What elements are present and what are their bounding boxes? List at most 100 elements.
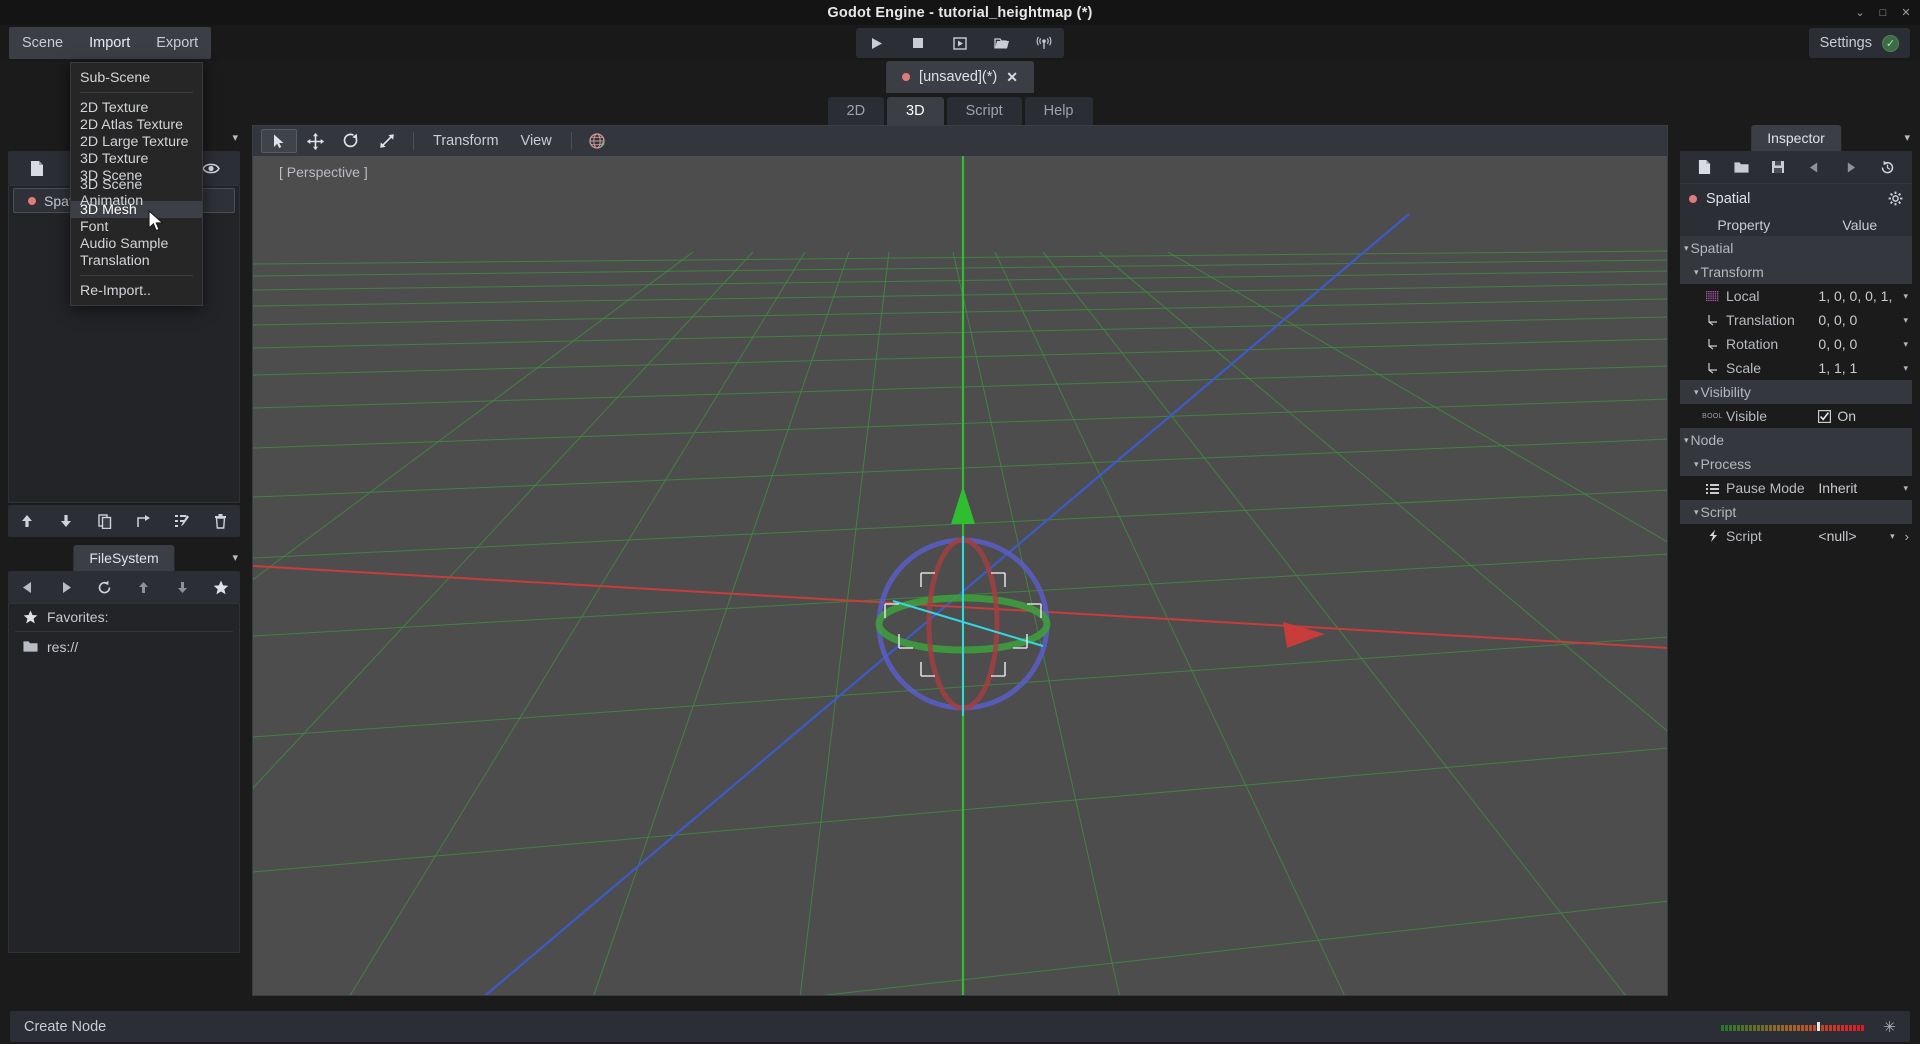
chevron-down-icon-inspector[interactable]: ▾ xyxy=(1904,131,1910,144)
menu-item-2d-atlas-texture[interactable]: 2D Atlas Texture xyxy=(71,116,202,133)
select-tool[interactable] xyxy=(261,129,297,153)
value-dropdown-icon[interactable]: ▾ xyxy=(1890,531,1899,542)
viewport-menu-view[interactable]: View xyxy=(510,133,563,149)
menu-item-3d-texture[interactable]: 3D Texture xyxy=(71,150,202,167)
inspector-category-node[interactable]: ▾ Node xyxy=(1680,428,1912,452)
expand-arrow-icon[interactable]: ▾ xyxy=(1684,435,1689,446)
edit-script-icon[interactable] xyxy=(163,505,202,537)
back-icon[interactable] xyxy=(8,571,47,603)
menu-item-sub-scene[interactable]: Sub-Scene xyxy=(71,69,202,86)
save-resource-icon[interactable] xyxy=(1759,160,1796,174)
inspector-category-script[interactable]: ▾ Script xyxy=(1680,500,1912,524)
inspector-property-translation[interactable]: Translation 0, 0, 0 ▾ xyxy=(1680,308,1912,332)
move-tool[interactable] xyxy=(297,129,333,153)
filesystem-favorites-row[interactable]: Favorites: xyxy=(9,604,239,629)
expand-arrow-icon[interactable]: ▾ xyxy=(1694,387,1699,398)
inspector-property-rotation[interactable]: Rotation 0, 0, 0 ▾ xyxy=(1680,332,1912,356)
expand-arrow-icon[interactable]: ▾ xyxy=(1694,267,1699,278)
tab-script[interactable]: Script xyxy=(946,97,1022,125)
scene-tab[interactable]: [unsaved](*) ✕ xyxy=(886,61,1034,93)
duplicate-icon[interactable] xyxy=(85,505,124,537)
visible-checkbox[interactable] xyxy=(1818,409,1832,423)
inspector-property-pause-mode[interactable]: Pause Mode Inherit ▾ xyxy=(1680,476,1912,500)
expand-arrow-icon[interactable]: ▾ xyxy=(1694,459,1699,470)
menu-item-font[interactable]: Font xyxy=(71,218,202,235)
scale-tool[interactable] xyxy=(369,129,405,153)
menu-scene[interactable]: Scene xyxy=(9,27,76,59)
inspector-property-scale[interactable]: Scale 1, 1, 1 ▾ xyxy=(1680,356,1912,380)
maximize-icon[interactable]: □ xyxy=(1877,7,1889,19)
value-dropdown-icon[interactable]: ▾ xyxy=(1903,363,1912,374)
inspector-category-spatial[interactable]: ▾ Spatial xyxy=(1680,236,1912,260)
delete-icon[interactable] xyxy=(201,505,240,537)
chevron-down-icon-filesystem[interactable]: ▾ xyxy=(232,551,238,564)
menu-item-3d-scene-animation[interactable]: 3D Scene Animation xyxy=(71,177,202,209)
inspector-property-visible[interactable]: BOOL Visible On xyxy=(1680,404,1912,428)
fs-up-icon[interactable] xyxy=(124,571,163,603)
history-icon[interactable] xyxy=(1869,160,1906,175)
inspector-property-local[interactable]: Local 1, 0, 0, 0, 1, ▾ xyxy=(1680,284,1912,308)
stop-button[interactable] xyxy=(910,35,926,51)
favorite-icon[interactable] xyxy=(201,571,240,603)
move-down-icon[interactable] xyxy=(47,505,86,537)
remote-debug-button[interactable] xyxy=(1036,35,1052,51)
load-resource-icon[interactable] xyxy=(1723,161,1760,174)
value-dropdown-icon[interactable]: ▾ xyxy=(1903,291,1912,302)
gear-icon[interactable] xyxy=(1888,191,1903,206)
3d-viewport[interactable]: Transform View [ Perspective ] xyxy=(252,125,1668,996)
snap-globe-icon[interactable] xyxy=(580,129,616,153)
inspector-category-process[interactable]: ▾ Process xyxy=(1680,452,1912,476)
menu-item-translation[interactable]: Translation xyxy=(71,252,202,269)
tab-3d[interactable]: 3D xyxy=(887,97,944,125)
menu-export[interactable]: Export xyxy=(143,27,211,59)
inspector-category-visibility[interactable]: ▾ Visibility xyxy=(1680,380,1912,404)
refresh-icon[interactable] xyxy=(85,571,124,603)
property-value-cell[interactable]: 0, 0, 0 ▾ xyxy=(1818,312,1912,328)
property-value-cell[interactable]: <null> ▾ › xyxy=(1818,528,1912,544)
tab-2d[interactable]: 2D xyxy=(827,97,885,125)
menu-item-re-import[interactable]: Re-Import.. xyxy=(71,282,202,299)
property-value-cell[interactable]: 1, 1, 1 ▾ xyxy=(1818,360,1912,376)
tab-help[interactable]: Help xyxy=(1024,97,1093,125)
property-value-cell[interactable]: On xyxy=(1818,408,1912,424)
inspector-panel-tab[interactable]: Inspector xyxy=(1751,125,1841,151)
open-scene-button[interactable] xyxy=(994,35,1010,51)
menu-item-2d-large-texture[interactable]: 2D Large Texture xyxy=(71,133,202,150)
new-resource-icon[interactable] xyxy=(1686,159,1723,175)
value-dropdown-icon[interactable]: ▾ xyxy=(1903,483,1912,494)
menu-import[interactable]: Import xyxy=(76,27,144,59)
filesystem-res-row[interactable]: res:// xyxy=(9,634,239,659)
move-up-icon[interactable] xyxy=(8,505,47,537)
scene-tab-close-icon[interactable]: ✕ xyxy=(1006,69,1018,86)
menu-item-2d-texture[interactable]: 2D Texture xyxy=(71,99,202,116)
value-dropdown-icon[interactable]: ▾ xyxy=(1903,339,1912,350)
expand-arrow-icon[interactable]: ▾ xyxy=(1684,243,1689,254)
value-dropdown-icon[interactable]: ▾ xyxy=(1903,315,1912,326)
forward-icon[interactable] xyxy=(47,571,86,603)
inspector-category-transform[interactable]: ▾ Transform xyxy=(1680,260,1912,284)
open-script-icon[interactable]: › xyxy=(1905,529,1912,544)
chevron-down-icon[interactable]: ▾ xyxy=(232,131,238,144)
history-forward-icon[interactable] xyxy=(1833,161,1870,174)
fs-down-icon[interactable] xyxy=(163,571,202,603)
reparent-icon[interactable] xyxy=(124,505,163,537)
new-scene-icon[interactable] xyxy=(8,151,66,185)
settings-button[interactable]: Settings ✓ xyxy=(1808,28,1910,58)
filesystem-panel-tab[interactable]: FileSystem xyxy=(73,545,175,571)
expand-arrow-icon[interactable]: ▾ xyxy=(1694,507,1699,518)
filesystem-tree[interactable]: Favorites: res:// xyxy=(8,603,240,953)
play-button[interactable] xyxy=(868,35,884,51)
viewport-menu-transform[interactable]: Transform xyxy=(422,133,510,149)
close-icon[interactable]: ✕ xyxy=(1900,7,1912,19)
minimize-icon[interactable]: ⌄ xyxy=(1854,7,1866,19)
history-back-icon[interactable] xyxy=(1796,161,1833,174)
property-value-cell[interactable]: Inherit ▾ xyxy=(1818,480,1912,496)
menu-item-audio-sample[interactable]: Audio Sample xyxy=(71,235,202,252)
import-dropdown-menu[interactable]: Sub-Scene 2D Texture 2D Atlas Texture 2D La… xyxy=(70,62,203,306)
play-scene-button[interactable] xyxy=(952,35,968,51)
viewport-canvas[interactable]: [ Perspective ] xyxy=(253,156,1667,995)
property-value-cell[interactable]: 1, 0, 0, 0, 1, ▾ xyxy=(1818,288,1912,304)
property-value-cell[interactable]: 0, 0, 0 ▾ xyxy=(1818,336,1912,352)
rotate-tool[interactable] xyxy=(333,129,369,153)
inspector-property-script[interactable]: Script <null> ▾ › xyxy=(1680,524,1912,548)
